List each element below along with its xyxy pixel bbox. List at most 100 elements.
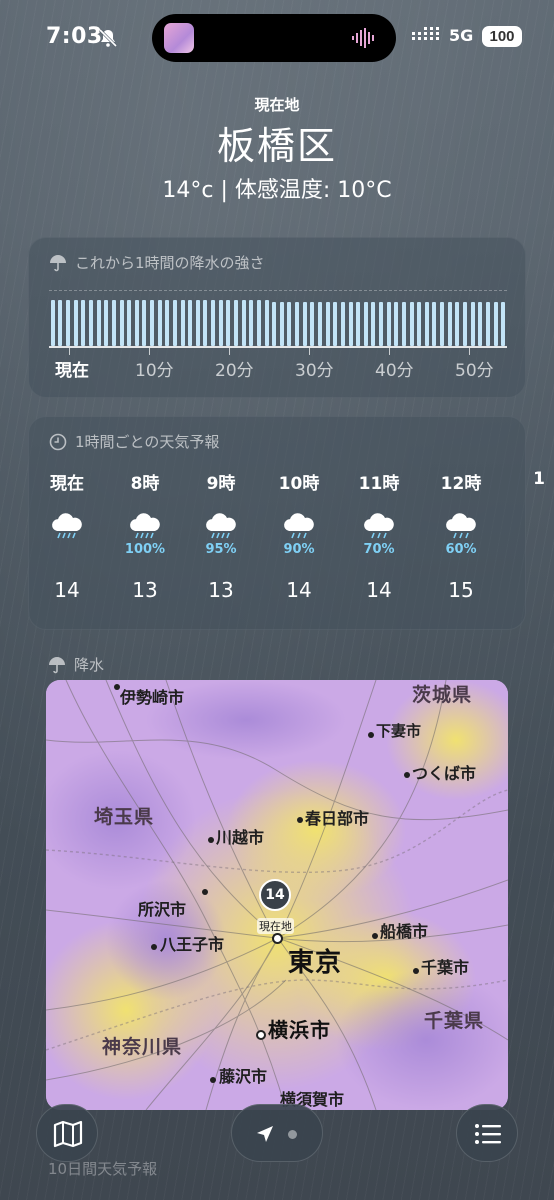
location-page-indicator[interactable] [231, 1104, 323, 1162]
intensity-bar [295, 301, 300, 346]
time-axis-tick [469, 348, 470, 355]
intensity-bar [249, 300, 254, 346]
intensity-bar [493, 301, 498, 346]
hour-temperature: 14 [54, 578, 80, 602]
map-dot [368, 732, 374, 738]
signal-icon [412, 27, 439, 40]
place-kanagawa-pref: 神奈川県 [102, 1036, 183, 1058]
intensity-bar [203, 300, 208, 346]
time-axis-label: 40分 [375, 361, 414, 381]
place-saitama-pref: 埼玉県 [94, 806, 155, 828]
hour-temperature: 14 [366, 578, 392, 602]
time-axis-label: 30分 [295, 361, 334, 381]
current-temp-pin[interactable]: 14 [259, 879, 291, 911]
intensity-bar [317, 301, 322, 346]
place-shimotsuma: 下妻市 [376, 722, 422, 740]
intensity-bar [264, 300, 269, 346]
place-tsukuba: つくば市 [412, 764, 477, 783]
time-axis-label: 50分 [455, 361, 494, 381]
time-axis-tick [389, 348, 390, 355]
dynamic-island[interactable] [152, 14, 396, 62]
intensity-bar [325, 301, 330, 346]
place-yokohama: 横浜市 [268, 1018, 331, 1042]
current-location-marker [272, 933, 283, 944]
intensity-bar [50, 300, 55, 346]
hourly-card-title: 1時間ごとの天気予報 [75, 433, 220, 451]
intensity-bar [73, 300, 78, 346]
now-playing-app-icon [164, 23, 194, 53]
hour-label: 8時 [130, 474, 160, 494]
intensity-bar [409, 301, 414, 346]
hour-label: 現在 [50, 474, 84, 494]
intensity-bar [417, 301, 422, 346]
time-axis-label: 現在 [55, 361, 89, 381]
precip-chance [37, 542, 97, 558]
place-hachioji: 八王子市 [160, 935, 225, 954]
intensity-bar [150, 300, 155, 346]
intensity-bar [81, 300, 86, 346]
cloud-rain-icon [52, 513, 82, 539]
intensity-bar [401, 301, 406, 346]
page-dot[interactable] [288, 1130, 297, 1139]
hourly-item[interactable]: 10時 90% 14 [269, 469, 329, 602]
map-dot [210, 1077, 216, 1083]
time-axis-tick [69, 348, 70, 355]
time-axis-tick [149, 348, 150, 355]
hourly-item[interactable]: 8時 100% 13 [115, 469, 175, 602]
cloud-rain-icon [364, 513, 394, 539]
intensity-bar [371, 301, 376, 346]
hourly-item[interactable]: 現在 14 [37, 469, 97, 602]
precip-chance: 100% [124, 542, 166, 557]
hourly-forecast-card[interactable]: 1時間ごとの天気予報 現在 14 8時 100% 13 9時 95% 13 10時 90% 14 11… [28, 416, 545, 630]
intensity-bar [211, 300, 216, 346]
status-bar: 7:03 5G 100 [0, 0, 554, 76]
place-funabashi: 船橋市 [380, 922, 429, 941]
intensity-bar [302, 301, 307, 346]
intensity-bar [104, 300, 109, 346]
time-axis-tick [309, 348, 310, 355]
intensity-bar [142, 300, 147, 346]
current-location-label: 現在地 [257, 918, 294, 934]
intensity-bar [234, 300, 239, 346]
intensity-bar [287, 301, 292, 346]
map-button[interactable] [36, 1104, 98, 1162]
map-dot [372, 933, 378, 939]
cloud-rain-icon [130, 513, 160, 539]
intensity-bar [218, 300, 223, 346]
time-axis-tick [229, 348, 230, 355]
hour-label: 12時 [440, 474, 482, 494]
intensity-bar [165, 300, 170, 346]
precipitation-card[interactable]: これから1時間の降水の強さ 現在 10分 20分 30分 40分 50分 [28, 237, 526, 398]
map-dot [256, 1030, 266, 1040]
list-button[interactable] [456, 1104, 518, 1162]
location-label: 現在地 [254, 96, 300, 114]
place-fujisawa: 藤沢市 [219, 1067, 268, 1086]
intensity-bar [394, 301, 399, 346]
hourly-item[interactable]: 9時 95% 13 [191, 469, 251, 602]
umbrella-icon [50, 254, 66, 271]
intensity-bar [111, 300, 116, 346]
network-type: 5G [449, 26, 474, 45]
hour-label: 1 [533, 469, 545, 489]
intensity-bar [432, 301, 437, 346]
intensity-bar [157, 300, 162, 346]
map-dot [297, 817, 303, 823]
map-dot [413, 968, 419, 974]
place-tokyo: 東京 [288, 948, 343, 978]
hourly-item[interactable]: 1 [509, 469, 554, 493]
cloud-rain-icon [206, 513, 236, 539]
hourly-item[interactable]: 12時 60% 15 [431, 469, 491, 602]
hour-temperature: 14 [286, 578, 312, 602]
location-arrow-icon [257, 1126, 273, 1142]
intensity-bar [386, 301, 391, 346]
precip-chance: 90% [283, 542, 315, 557]
hour-label: 9時 [206, 474, 236, 494]
intensity-bar [501, 301, 506, 346]
bell-slash-icon [98, 28, 118, 48]
hourly-item[interactable]: 11時 70% 14 [349, 469, 409, 602]
intensity-bar [333, 301, 338, 346]
time-axis-label: 20分 [215, 361, 254, 381]
intensity-bar [424, 301, 429, 346]
intensity-dashed-line [49, 290, 507, 291]
intensity-bar [127, 300, 132, 346]
